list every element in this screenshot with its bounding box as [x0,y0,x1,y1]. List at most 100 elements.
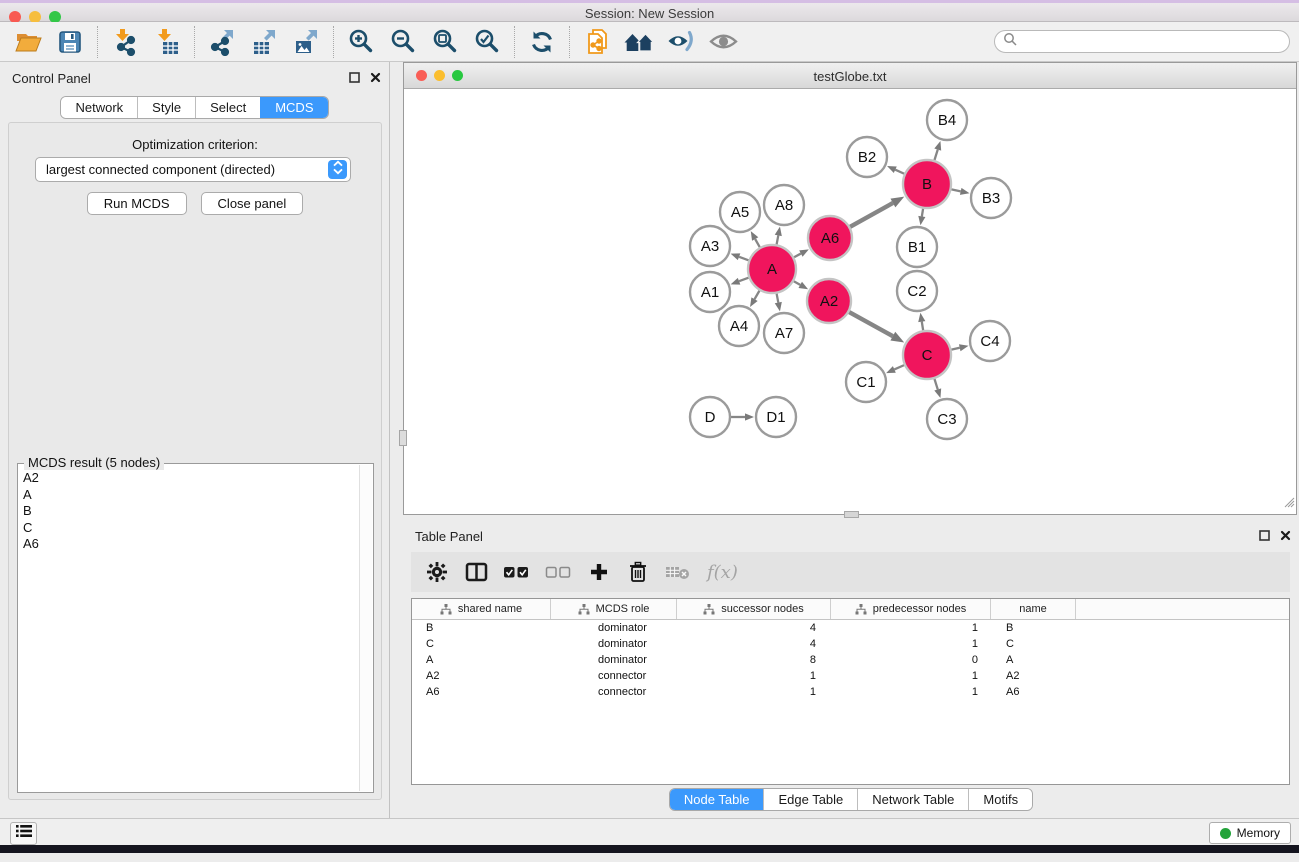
export-network-icon[interactable] [204,25,240,59]
graph-edge-arrow [934,388,941,398]
delete-column-icon[interactable] [626,558,650,586]
import-network-icon[interactable] [107,25,143,59]
clone-network-icon[interactable] [579,25,615,59]
column-header-MCDS-role[interactable]: MCDS role [551,599,677,619]
table-row[interactable]: A2connector11A2 [412,668,1289,684]
control-panel-tabs: NetworkStyleSelectMCDS [60,96,328,119]
memory-button[interactable]: Memory [1209,822,1291,844]
graph-edge-A-A8[interactable] [777,235,779,244]
mcds-result-title: MCDS result (5 nodes) [24,455,164,470]
table-tab-motifs[interactable]: Motifs [968,789,1032,810]
select-all-icon[interactable] [503,558,530,586]
graph-edge-B-B1[interactable] [922,209,923,217]
table-tab-network-table[interactable]: Network Table [857,789,968,810]
home-icon[interactable] [621,25,657,59]
graph-edge-C-C2[interactable] [922,322,923,331]
graph-edge-B-B3[interactable] [951,189,960,191]
memory-status-dot [1220,828,1231,839]
graph-edge-A-A1[interactable] [739,278,748,282]
graph-edge-A-A7[interactable] [777,294,779,303]
table-cell: 1 [677,668,831,684]
float-panel-icon[interactable] [349,72,360,83]
task-history-button[interactable] [10,822,37,845]
graph-edge-A2-C[interactable] [849,312,893,336]
control-panel: Control Panel NetworkStyleSelectMCDS Opt… [0,62,390,818]
column-header-successor-nodes[interactable]: successor nodes [677,599,831,619]
graph-edge-A-A5[interactable] [755,239,760,247]
search-box[interactable] [994,30,1290,53]
graph-edge-A-A3[interactable] [739,257,748,261]
refresh-icon[interactable] [524,25,560,59]
zoom-selected-icon[interactable] [469,25,505,59]
mcds-result-item[interactable]: B [19,503,359,520]
close-panel-button[interactable]: Close panel [201,192,304,215]
mcds-result-item[interactable]: C [19,520,359,537]
zoom-in-icon[interactable] [343,25,379,59]
table-cell: A [412,652,551,668]
table-tabs: Node TableEdge TableNetwork TableMotifs [669,788,1033,811]
network-canvas[interactable]: AA1A2A3A4A5A6A7A8BB1B2B3B4CC1C2C3C4DD1 [404,89,1296,514]
export-table-icon[interactable] [246,25,282,59]
graph-edge-A6-B[interactable] [850,203,893,227]
tab-style[interactable]: Style [137,97,195,118]
split-panel-icon[interactable] [464,558,488,586]
table-tab-node-table[interactable]: Node Table [670,789,764,810]
deselect-all-icon[interactable] [545,558,572,586]
zoom-out-icon[interactable] [385,25,421,59]
graph-edge-A-A2[interactable] [794,281,800,285]
mcds-result-item[interactable]: A2 [19,470,359,487]
graph-node-label: A5 [731,204,749,221]
graph-edge-C-C1[interactable] [894,365,904,369]
table-float-icon[interactable] [1259,530,1270,541]
add-column-icon[interactable] [587,558,611,586]
tab-mcds[interactable]: MCDS [260,97,327,118]
search-input[interactable] [1022,35,1272,49]
show-graphics-icon[interactable] [705,25,741,59]
table-cell: 1 [831,620,991,636]
graph-edge-B-B4[interactable] [934,150,937,161]
table-row[interactable]: Adominator80A [412,652,1289,668]
toolbar-separator [514,26,515,58]
table-tab-edge-table[interactable]: Edge Table [763,789,857,810]
graph-edge-A-A6[interactable] [794,254,801,258]
resize-grip-icon[interactable] [1283,495,1295,513]
column-header-name[interactable]: name [991,599,1076,619]
session-title: Session: New Session [0,6,1299,21]
column-header-icon [703,604,715,615]
mcds-result-item[interactable]: A6 [19,536,359,553]
column-header-predecessor-nodes[interactable]: predecessor nodes [831,599,991,619]
close-panel-icon[interactable] [370,72,381,83]
graph-node-label: A1 [701,284,719,301]
mcds-result-item[interactable]: A [19,487,359,504]
save-session-icon[interactable] [52,25,88,59]
zoom-fit-icon[interactable] [427,25,463,59]
table-cell: 0 [831,652,991,668]
table-row[interactable]: A6connector11A6 [412,684,1289,700]
graph-edge-arrow [798,282,808,290]
tab-select[interactable]: Select [195,97,260,118]
graph-edge-B-B2[interactable] [895,170,904,174]
graph-node-label: A [767,261,777,278]
graph-edge-arrow [775,227,782,237]
birdseye-handle-left[interactable] [399,430,407,446]
result-scrollbar[interactable] [359,465,372,791]
run-mcds-button[interactable]: Run MCDS [87,192,187,215]
tab-network[interactable]: Network [61,97,137,118]
export-image-icon[interactable] [288,25,324,59]
optimization-criterion-select[interactable]: largest connected component (directed) [35,157,351,182]
table-close-icon[interactable] [1280,530,1291,541]
table-cell: dominator [551,652,677,668]
table-row[interactable]: Bdominator41B [412,620,1289,636]
table-row[interactable]: Cdominator41C [412,636,1289,652]
hide-graphics-icon[interactable] [663,25,699,59]
graph-edge-A-A4[interactable] [755,291,760,300]
open-session-icon[interactable] [10,25,46,59]
gear-icon[interactable] [425,558,449,586]
birdseye-handle-bottom[interactable] [844,511,859,518]
import-table-icon[interactable] [149,25,185,59]
column-header-shared-name[interactable]: shared name [412,599,551,619]
graph-edge-C-C4[interactable] [951,348,959,350]
function-builder-icon[interactable]: f(x) [705,558,741,586]
delete-table-icon[interactable] [665,558,690,586]
graph-edge-C-C3[interactable] [934,379,937,390]
